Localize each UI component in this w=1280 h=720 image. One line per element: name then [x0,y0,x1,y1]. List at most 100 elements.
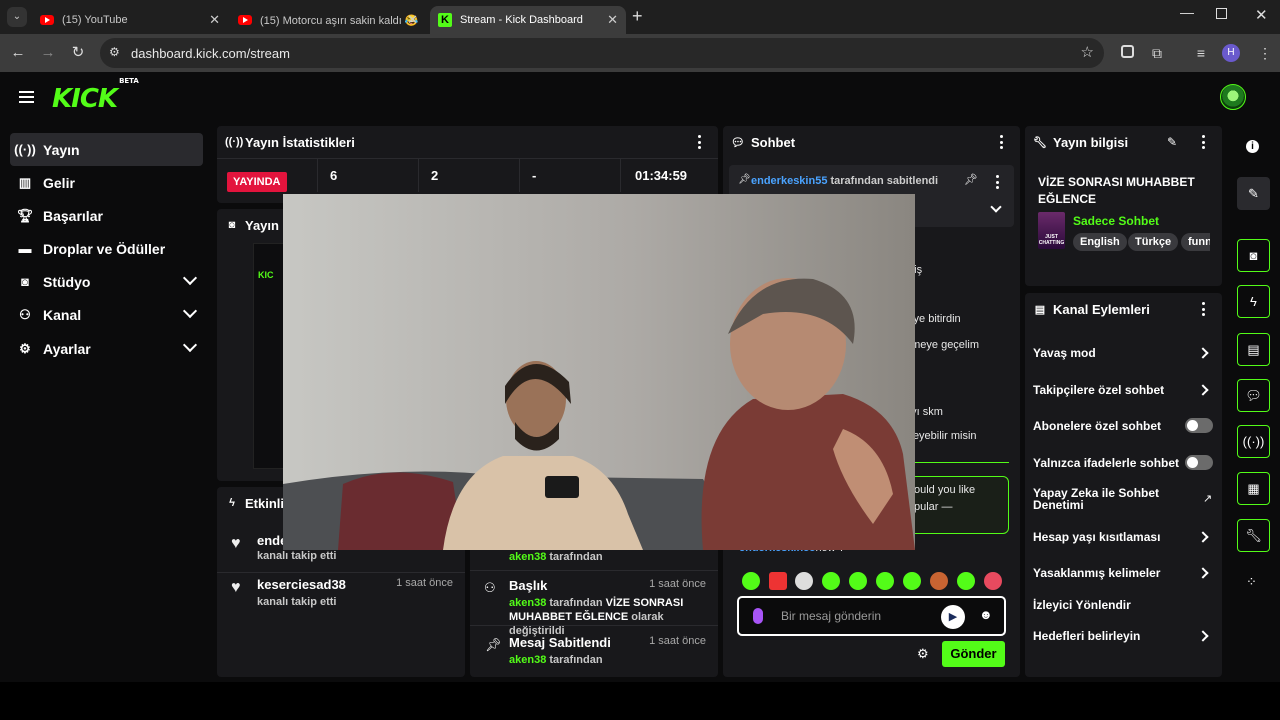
action-label: Yavaş mod [1033,346,1096,360]
browser-menu-icon[interactable]: ⋮ [1255,43,1275,63]
rail-preview-button[interactable]: ◙ [1237,239,1270,272]
sidebar-item-basarilar[interactable]: 🏆︎ Başarılar [10,199,203,232]
forward-icon[interactable]: → [38,43,58,63]
edit-icon[interactable]: ✎ [1167,135,1177,149]
close-tab-icon[interactable]: ✕ [407,13,418,27]
chat-settings-icon[interactable]: ⚙ [917,646,929,662]
pinned-by-user[interactable]: enderkeskin55 [751,175,827,187]
action-ai-moderation[interactable]: Yapay Zeka ile Sohbet Denetimi [1033,487,1183,511]
activity-desc: tarafından [549,597,603,609]
profile-avatar[interactable]: H [1222,44,1240,62]
kick-logo[interactable]: KICKBETA [52,77,139,114]
category-thumbnail[interactable]: JUST CHATTING [1038,212,1065,249]
external-link-icon[interactable]: ↗ [1203,492,1212,505]
action-slow-mode[interactable]: Yavaş mod [1033,346,1213,360]
stat-uptime: 01:34:59 [620,158,718,192]
sidebar-item-yayin[interactable]: ((·)) Yayın [10,133,203,166]
back-icon[interactable]: ← [8,43,28,63]
activity-user[interactable]: keserciesad38 [257,577,346,592]
tag-chip[interactable]: English [1073,233,1127,251]
assistant-icon[interactable]: ▶ [941,605,965,629]
url-text[interactable]: dashboard.kick.com/stream [131,46,290,61]
close-tab-icon[interactable]: ✕ [209,13,220,27]
sidebar-item-gelir[interactable]: ▥ Gelir [10,166,203,199]
activity-actor[interactable]: aken38 [509,551,546,563]
rail-wrench-button[interactable]: 🔧︎ [1237,519,1270,552]
emote-icon[interactable] [795,572,813,590]
camera-video-overlay[interactable] [283,194,915,550]
hamburger-menu-icon[interactable] [19,91,34,103]
tag-chip[interactable]: funn [1181,233,1210,251]
sidebar-item-droplar[interactable]: ▬ Droplar ve Ödüller [10,232,203,265]
action-account-age[interactable]: Hesap yaşı kısıtlaması [1033,530,1213,544]
action-goals[interactable]: Hedefleri belirleyin [1033,629,1213,643]
rail-notes-button[interactable]: ▤ [1237,333,1270,366]
chevron-down-icon[interactable] [990,201,1002,213]
emote-icon[interactable] [849,572,867,590]
chevron-down-icon [182,303,198,319]
activity-actor[interactable]: aken38 [509,597,546,609]
rail-more-icon[interactable]: ⁘ [1246,574,1257,590]
site-settings-icon[interactable]: ⚙ [109,45,120,59]
emote-icon[interactable] [930,572,948,590]
maximize-window-button[interactable] [1216,8,1227,19]
channel-icon: ⚇ [19,306,31,322]
more-options-icon[interactable] [999,135,1003,149]
browser-tab-video[interactable]: (15) Motorcu aşırı sakin kaldı 😂 ✕ [230,6,426,34]
sidebar-item-ayarlar[interactable]: ⚙ Ayarlar [10,332,203,365]
user-avatar[interactable] [1220,84,1246,110]
tab-search-button[interactable]: ⌄ [7,7,27,27]
action-followers-only[interactable]: Takipçilere özel sohbet [1033,383,1213,397]
emote-icon[interactable] [903,572,921,590]
rail-activity-button[interactable]: ϟ [1237,285,1270,318]
rail-broadcast-button[interactable]: ((·)) [1237,425,1270,458]
emotes-only-toggle[interactable] [1185,455,1213,470]
emote-icon[interactable] [822,572,840,590]
reload-icon[interactable]: ↻ [68,43,88,63]
puzzle-icon[interactable]: ⧉ [1147,43,1167,63]
chat-input[interactable]: Bir mesaj gönderin ▶ ☻ [737,596,1006,636]
beta-badge: BETA [119,77,139,86]
browser-tab-youtube[interactable]: (15) YouTube ✕ [32,6,228,34]
emote-icon[interactable] [984,572,1002,590]
extension-icon[interactable] [1117,43,1137,63]
more-options-icon[interactable] [697,135,701,149]
emote-icon[interactable] [742,572,760,590]
browser-tab-kick[interactable]: K Stream - Kick Dashboard ✕ [430,6,626,34]
panel-title: Kanal Eylemleri [1053,301,1150,317]
more-options-icon[interactable] [1201,302,1205,316]
new-tab-button[interactable]: + [632,6,643,27]
category-link[interactable]: Sadece Sohbet [1073,214,1159,228]
close-tab-icon[interactable]: ✕ [607,13,618,27]
tag-chip[interactable]: Türkçe [1128,233,1179,251]
stat-followers: 2 [418,158,519,192]
emoji-icon[interactable]: ☻ [979,607,993,622]
microphone-icon[interactable] [753,608,763,624]
action-raid[interactable]: İzleyici Yönlendir [1033,598,1213,612]
emote-icon[interactable] [876,572,894,590]
chat-input-placeholder: Bir mesaj gönderin [781,609,882,623]
info-icon[interactable]: i [1246,140,1259,153]
send-button[interactable]: Gönder [942,641,1005,667]
more-options-icon[interactable] [995,175,999,189]
close-window-button[interactable]: ✕ [1255,6,1268,24]
bookmark-star-icon[interactable]: ☆ [1081,43,1094,61]
more-options-icon[interactable] [1201,135,1205,149]
minimize-window-button[interactable]: — [1180,4,1194,20]
browser-toolbar: ← → ↻ ⚙ dashboard.kick.com/stream ☆ ⧉ ≡ … [0,34,1280,72]
stat-value: 01:34:59 [635,168,688,183]
edit-layout-button[interactable]: ✎ [1237,177,1270,210]
emote-icon[interactable] [769,572,787,590]
sidebar-item-kanal[interactable]: ⚇ Kanal [10,298,203,331]
emote-icon[interactable] [957,572,975,590]
rail-chat-button[interactable]: 💬︎ [1237,379,1270,412]
title-change-icon: ⚇ [484,580,496,595]
address-bar[interactable]: ⚙ dashboard.kick.com/stream ☆ [100,38,1104,68]
sidebar-item-studyo[interactable]: ◙ Stüdyo [10,265,203,298]
unpin-icon[interactable]: 📌︎ [964,173,978,186]
action-banned-words[interactable]: Yasaklanmış kelimeler [1033,566,1213,580]
activity-actor[interactable]: aken38 [509,654,546,666]
subscribers-only-toggle[interactable] [1185,418,1213,433]
media-icon[interactable]: ≡ [1191,43,1211,63]
rail-video-button[interactable]: ▦ [1237,472,1270,505]
